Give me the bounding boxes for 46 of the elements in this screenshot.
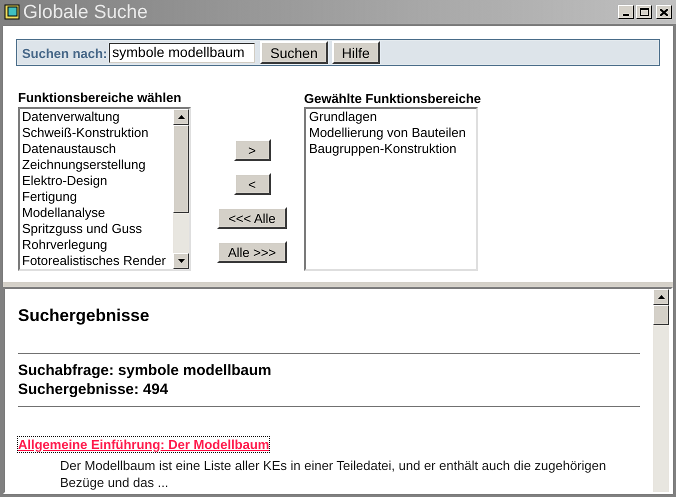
- list-item[interactable]: Datenaustausch: [22, 141, 173, 157]
- list-item[interactable]: Datenverwaltung: [22, 109, 173, 125]
- list-item[interactable]: Fotorealistisches Render: [22, 253, 173, 269]
- transfer-button[interactable]: <<< Alle: [217, 207, 287, 229]
- list-item[interactable]: Schweiß-Konstruktion: [22, 125, 173, 141]
- close-button[interactable]: [656, 5, 672, 19]
- query-text: Suchabfrage: symbole modellbaum: [18, 360, 272, 380]
- scroll-thumb[interactable]: [653, 305, 669, 325]
- scroll-up-button[interactable]: [653, 289, 669, 305]
- maximize-icon: [640, 8, 648, 16]
- down-arrow-icon: [178, 259, 184, 263]
- section-heading: Funktionsbereiche wählen: [18, 89, 182, 105]
- transfer-button[interactable]: Alle >>>: [217, 241, 287, 263]
- result-link[interactable]: Allgemeine Einführung: Der Modellbaum: [18, 436, 270, 452]
- up-arrow-icon: [178, 115, 184, 119]
- list-item[interactable]: Baugruppen-Konstruktion: [309, 141, 476, 157]
- scrollbar[interactable]: [173, 109, 189, 269]
- list-item[interactable]: Zeichnungserstellung: [22, 157, 173, 173]
- scroll-down-button[interactable]: [173, 253, 189, 269]
- scroll-thumb[interactable]: [173, 125, 189, 213]
- up-arrow-icon: [658, 295, 664, 299]
- search-label: Suchen nach:: [22, 45, 108, 64]
- list-item[interactable]: Modellanalyse: [22, 205, 173, 221]
- transfer-button[interactable]: >: [234, 139, 270, 161]
- list-item[interactable]: Fertigung: [22, 189, 173, 205]
- search-panel-button[interactable]: Suchen: [260, 41, 328, 64]
- search-panel-button[interactable]: Hilfe: [332, 41, 380, 64]
- window-title: Globale Suche: [23, 2, 148, 22]
- list-item[interactable]: Spritzguss und Guss: [22, 221, 173, 237]
- results-heading: Suchergebnisse: [18, 305, 150, 327]
- maximize-button[interactable]: [636, 5, 652, 19]
- list-item[interactable]: Grundlagen: [309, 109, 476, 125]
- transfer-button[interactable]: <: [234, 173, 270, 195]
- scroll-up-button[interactable]: [173, 109, 189, 125]
- result-snippet: Der Modellbaum ist eine Liste aller KEs in einer Teiledatei, und er enthält auch die zugehörigen Bezüge und das ...: [60, 456, 608, 490]
- search-field[interactable]: symbole modellbaum: [109, 42, 256, 62]
- section-heading: Gewählte Funktionsbereiche: [304, 90, 481, 106]
- list-item[interactable]: Modellierung von Bauteilen: [309, 125, 476, 141]
- list-item[interactable]: Elektro-Design: [22, 173, 173, 189]
- close-icon: [660, 8, 668, 16]
- app-icon: [4, 4, 20, 20]
- minimize-icon: [623, 14, 629, 16]
- list-item[interactable]: Rohrverlegung: [22, 237, 173, 253]
- result-count: Suchergebnisse: 494: [18, 380, 170, 398]
- scrollbar[interactable]: [653, 289, 669, 492]
- minimize-button[interactable]: [618, 5, 634, 19]
